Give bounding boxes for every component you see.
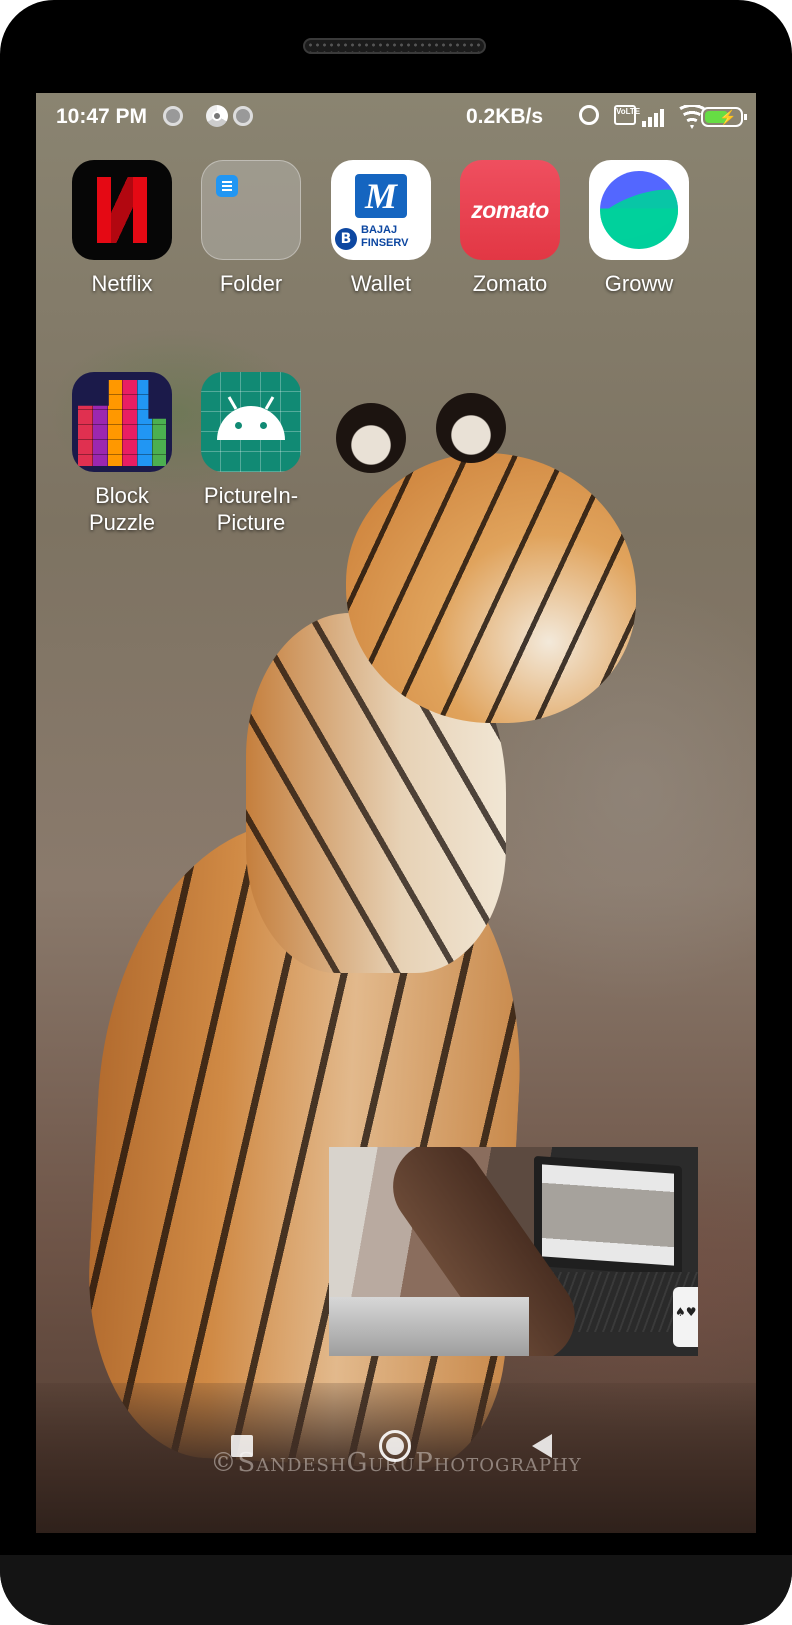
back-button[interactable] xyxy=(532,1434,552,1458)
battery-charging-icon: ⚡ xyxy=(701,107,747,127)
wallpaper-tiger-ear xyxy=(336,403,406,473)
notification-dot-icon xyxy=(233,106,253,126)
zomato-icon[interactable]: zomato xyxy=(460,160,560,260)
zomato-logo-text: zomato xyxy=(471,197,549,223)
app-label: Netflix xyxy=(91,271,153,296)
app-label: Groww xyxy=(604,271,674,296)
notification-dot-icon xyxy=(163,106,183,126)
wallet-logo-letter: M xyxy=(355,174,407,218)
app-label: Wallet xyxy=(350,271,412,296)
recents-button[interactable] xyxy=(231,1435,253,1457)
groww-icon[interactable] xyxy=(589,160,689,260)
netflix-icon[interactable] xyxy=(72,160,172,260)
network-speed: 0.2KB/s xyxy=(466,105,544,128)
android-icon[interactable] xyxy=(201,372,301,472)
home-screen: ©SandeshGuruPhotography 10:47 PM 0.2KB/s… xyxy=(36,93,756,1533)
status-bar: 10:47 PM 0.2KB/s VoLTE ⚡ xyxy=(36,93,756,143)
volte-icon: VoLTE xyxy=(614,105,640,125)
status-time: 10:47 PM xyxy=(56,105,148,128)
app-netflix[interactable]: Netflix xyxy=(67,160,177,297)
app-label: Block Puzzle xyxy=(88,483,156,535)
app-label: Zomato xyxy=(472,271,548,296)
wallpaper-tiger-head xyxy=(346,453,636,723)
app-label: Folder xyxy=(219,271,283,296)
video-sleeve xyxy=(329,1297,529,1356)
wallet-logo-text: BAJAJ FINSERV xyxy=(361,224,409,249)
folder-icon[interactable] xyxy=(201,160,301,260)
app-wallet[interactable]: M B BAJAJ FINSERV Wallet xyxy=(326,160,436,297)
navigation-bar xyxy=(36,1413,756,1493)
video-mug xyxy=(673,1287,698,1347)
app-picture-in-picture[interactable]: PictureIn- Picture xyxy=(196,372,306,536)
app-folder[interactable]: Folder xyxy=(196,160,306,297)
app-block-puzzle[interactable]: Block Puzzle xyxy=(67,372,177,536)
bajaj-wallet-icon[interactable]: M B BAJAJ FINSERV xyxy=(331,160,431,260)
video-laptop xyxy=(534,1155,682,1277)
block-puzzle-icon[interactable] xyxy=(72,372,172,472)
chrome-icon xyxy=(206,105,228,127)
app-label: PictureIn- Picture xyxy=(203,483,299,535)
phone-frame: ©SandeshGuruPhotography 10:47 PM 0.2KB/s… xyxy=(0,0,792,1625)
wallpaper-tiger-ear xyxy=(436,393,506,463)
signal-icon xyxy=(642,105,670,127)
app-zomato[interactable]: zomato Zomato xyxy=(455,160,565,297)
alarm-icon xyxy=(579,105,599,125)
pip-video-window[interactable] xyxy=(329,1147,698,1356)
document-icon xyxy=(216,175,238,197)
earpiece-speaker xyxy=(303,38,486,54)
home-button[interactable] xyxy=(379,1430,411,1462)
app-groww[interactable]: Groww xyxy=(584,160,694,297)
